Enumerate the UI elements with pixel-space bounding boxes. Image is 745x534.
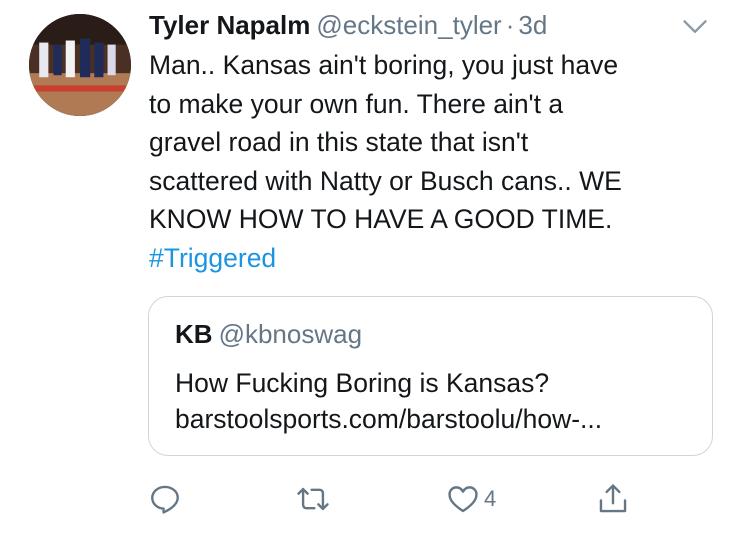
quoted-tweet-header: KB @kbnoswag: [175, 319, 362, 350]
retweet-button[interactable]: [296, 481, 334, 517]
quoted-author-handle: @kbnoswag: [218, 319, 363, 349]
share-icon: [599, 484, 627, 513]
tweet-header: Tyler Napalm @eckstein_tyler · 3d: [149, 10, 725, 50]
tweet-text: Man.. Kansas ain't boring, you just have…: [149, 46, 709, 277]
tweet-text-line: Man.. Kansas ain't boring, you just have: [149, 50, 619, 80]
tweet-text-line: to make your own fun. There ain't a: [149, 88, 564, 119]
hashtag-link[interactable]: #Triggered: [149, 239, 709, 278]
tweet-actions-bar: 4: [0, 481, 745, 517]
avatar-photo: [29, 14, 131, 116]
tweet-timestamp[interactable]: 3d: [518, 10, 547, 40]
share-button[interactable]: [596, 481, 634, 517]
quoted-text-line: How Fucking Boring is Kansas?: [175, 368, 550, 398]
avatar[interactable]: [29, 14, 131, 116]
tweet-text-line: KNOW HOW TO HAVE A GOOD TIME.: [149, 204, 613, 234]
tweet-text-line: gravel road in this state that isn't: [149, 127, 529, 157]
author-display-name[interactable]: Tyler Napalm: [149, 10, 310, 40]
heart-icon: [448, 486, 478, 513]
quoted-link-line: barstoolsports.com/barstoolu/how-...: [175, 404, 603, 434]
reply-icon: [151, 485, 179, 514]
quoted-tweet-text: How Fucking Boring is Kansas? barstoolsp…: [175, 365, 695, 437]
tweet-text-line: scattered with Natty or Busch cans.. WE: [149, 165, 622, 196]
separator-dot: ·: [505, 10, 515, 40]
reply-button[interactable]: [148, 481, 186, 517]
like-count: 4: [484, 486, 497, 511]
author-handle[interactable]: @eckstein_tyler: [316, 10, 501, 40]
quoted-tweet-card[interactable]: KB @kbnoswag How Fucking Boring is Kansas…: [148, 296, 713, 456]
like-button[interactable]: 4: [446, 481, 496, 517]
retweet-icon: [297, 487, 329, 511]
quoted-author-name: KB: [175, 319, 213, 349]
chevron-down-icon[interactable]: [681, 12, 709, 40]
